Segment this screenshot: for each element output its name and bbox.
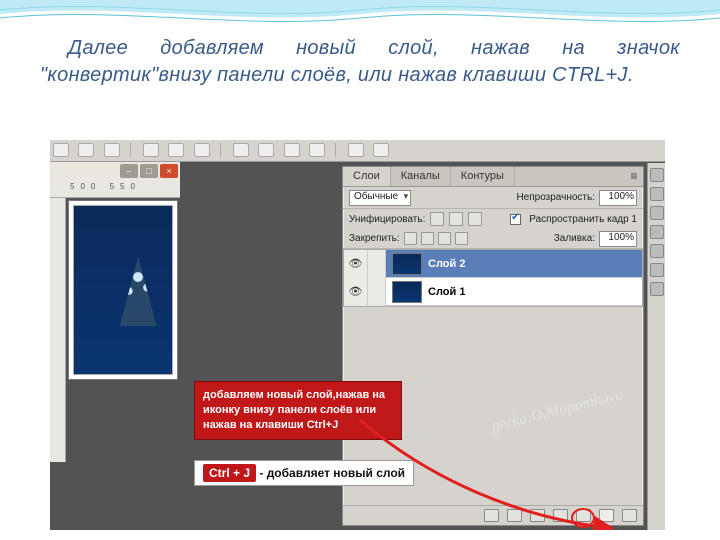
- toolbar-button[interactable]: [258, 143, 274, 157]
- toolbar-button[interactable]: [78, 143, 94, 157]
- dock-icon[interactable]: [650, 168, 664, 182]
- toolbar-button[interactable]: [284, 143, 300, 157]
- panel-menu-icon[interactable]: ≡: [625, 167, 643, 186]
- dock-icon[interactable]: [650, 282, 664, 296]
- unify-icon[interactable]: [430, 212, 444, 226]
- toolbar-button[interactable]: [309, 143, 325, 157]
- canvas-image: [73, 205, 173, 375]
- layer-row[interactable]: 👁 Слой 2: [344, 250, 642, 278]
- delete-layer-icon[interactable]: [622, 509, 637, 522]
- propagate-label: Распространить кадр 1: [529, 214, 637, 225]
- slide-wave-decoration: [0, 0, 720, 30]
- toolbar-button[interactable]: [53, 143, 69, 157]
- toolbar-button[interactable]: [348, 143, 364, 157]
- new-layer-icon[interactable]: [599, 509, 614, 522]
- right-dock-strip: [647, 163, 665, 530]
- fill-label: Заливка:: [554, 233, 595, 244]
- lock-transparency-icon[interactable]: [404, 232, 417, 245]
- toolbar-button[interactable]: [104, 143, 120, 157]
- toolbar-button[interactable]: [194, 143, 210, 157]
- slide-caption: Далее добавляем новый слой, нажав на зна…: [40, 35, 680, 89]
- mask-icon[interactable]: [530, 509, 545, 522]
- window-maximize-button[interactable]: □: [140, 164, 158, 178]
- unify-label: Унифицировать:: [349, 214, 425, 225]
- link-layers-icon[interactable]: [484, 509, 499, 522]
- lock-label: Закрепить:: [349, 233, 400, 244]
- link-cell[interactable]: [368, 250, 386, 278]
- opacity-value[interactable]: 100%: [599, 190, 637, 206]
- toolbar-button[interactable]: [168, 143, 184, 157]
- layer-name[interactable]: Слой 2: [428, 258, 465, 270]
- window-close-button[interactable]: ×: [160, 164, 178, 178]
- fill-value[interactable]: 100%: [599, 231, 637, 247]
- dock-icon[interactable]: [650, 206, 664, 220]
- document-titlebar[interactable]: – □ ×: [50, 162, 180, 182]
- unify-icon[interactable]: [468, 212, 482, 226]
- link-cell[interactable]: [368, 278, 386, 306]
- tab-layers[interactable]: Слои: [343, 167, 391, 186]
- ruler-vertical: [50, 198, 66, 462]
- document-canvas[interactable]: [68, 200, 178, 380]
- layer-row[interactable]: 👁 Слой 1: [344, 278, 642, 306]
- callout-red: добавляем новый слой,нажав на иконку вни…: [194, 381, 402, 440]
- layer-list: 👁 Слой 2 👁 Слой 1: [343, 249, 643, 307]
- app-toolbar: [50, 140, 665, 162]
- dock-icon[interactable]: [650, 225, 664, 239]
- layers-panel-footer: [343, 505, 643, 525]
- adjustment-icon[interactable]: [553, 509, 568, 522]
- eye-icon[interactable]: 👁: [344, 250, 368, 278]
- lock-position-icon[interactable]: [438, 232, 451, 245]
- group-icon[interactable]: [576, 509, 591, 522]
- opacity-label: Непрозрачность:: [516, 192, 595, 203]
- callout-shortcut-text: - добавляет новый слой: [259, 466, 405, 480]
- tab-paths[interactable]: Контуры: [451, 167, 515, 186]
- toolbar-button[interactable]: [233, 143, 249, 157]
- blend-mode-select[interactable]: Обычные: [349, 190, 411, 206]
- dock-icon[interactable]: [650, 187, 664, 201]
- ruler-horizontal: 500 550: [50, 182, 180, 198]
- toolbar-button[interactable]: [143, 143, 159, 157]
- lock-pixels-icon[interactable]: [421, 232, 434, 245]
- layer-thumbnail[interactable]: [392, 281, 422, 303]
- tab-channels[interactable]: Каналы: [391, 167, 451, 186]
- propagate-checkbox[interactable]: [510, 214, 521, 225]
- layer-thumbnail[interactable]: [392, 253, 422, 275]
- lock-all-icon[interactable]: [455, 232, 468, 245]
- fx-icon[interactable]: [507, 509, 522, 522]
- kbd-badge: Ctrl + J: [203, 464, 256, 482]
- document-window: – □ × 500 550: [50, 162, 180, 462]
- unify-icon[interactable]: [449, 212, 463, 226]
- dock-icon[interactable]: [650, 244, 664, 258]
- window-minimize-button[interactable]: –: [120, 164, 138, 178]
- dock-icon[interactable]: [650, 263, 664, 277]
- callout-shortcut: Ctrl + J - добавляет новый слой: [194, 460, 414, 486]
- screenshot-area: – □ × 500 550 Слои Каналы Контуры ≡: [50, 140, 665, 530]
- layer-name[interactable]: Слой 1: [428, 286, 465, 298]
- toolbar-button[interactable]: [373, 143, 389, 157]
- eye-icon[interactable]: 👁: [344, 278, 368, 306]
